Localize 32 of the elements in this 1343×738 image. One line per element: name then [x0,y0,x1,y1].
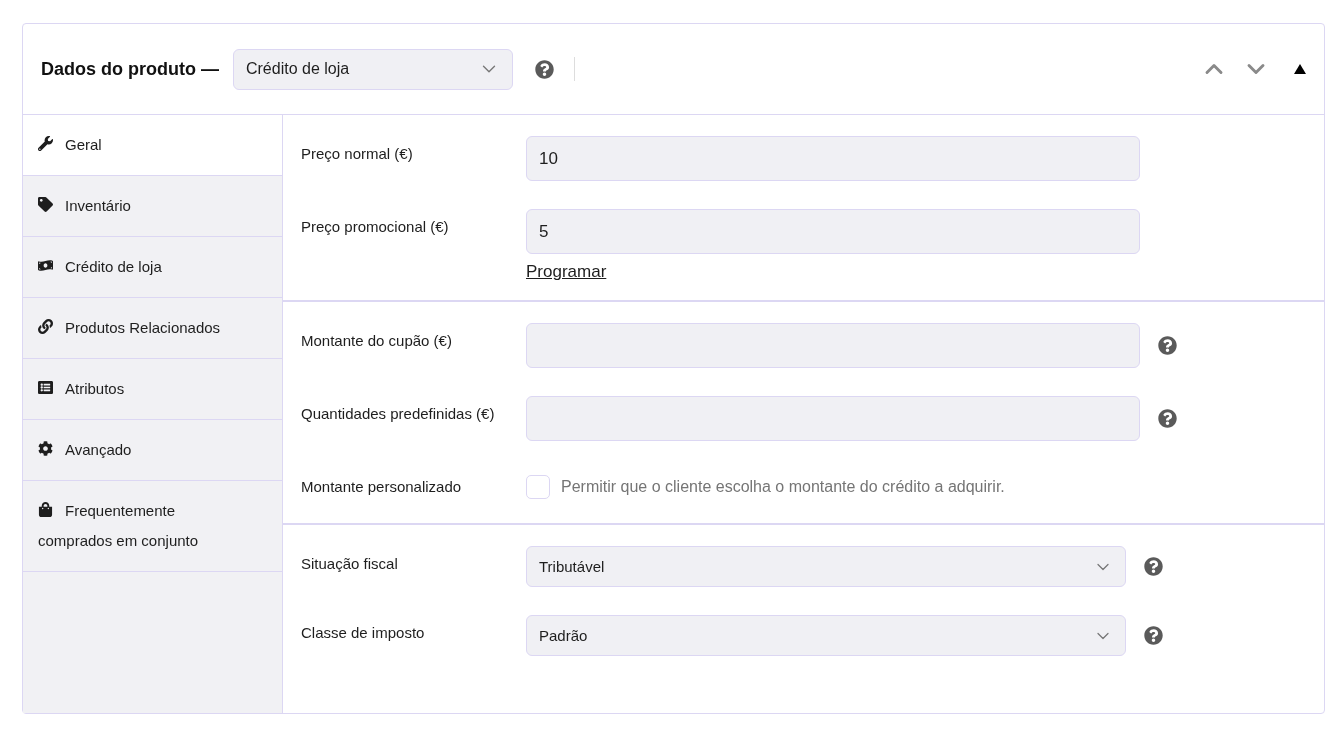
list-icon [38,380,53,395]
sidebar-tab[interactable]: Geral [23,115,282,176]
collapse-triangle-icon[interactable] [1294,64,1306,74]
text-field[interactable]: 10 [526,136,1140,181]
bag-icon [38,502,53,517]
help-icon[interactable] [1144,626,1163,645]
product-type-select[interactable]: Crédito de loja [233,48,513,90]
field-label: Situação fiscal [301,554,399,574]
link-icon [38,319,53,334]
money-icon [38,258,53,273]
tag-icon [38,197,53,212]
field-label: Classe de imposto [301,623,426,643]
field-label: Quantidades predefinidas (€) [301,404,496,424]
gear-icon [38,441,53,456]
help-icon[interactable] [1144,557,1163,576]
field-label: Preço normal (€) [301,144,414,164]
schedule-link[interactable]: Programar [526,262,1140,282]
panel-title: Dados do produto — [41,58,219,80]
field-label: Montante personalizado [301,477,463,497]
help-icon[interactable] [1158,409,1177,428]
help-icon[interactable] [1158,336,1177,355]
field-label: Montante do cupão (€) [301,331,453,351]
text-field[interactable]: 5 [526,209,1140,254]
select-field[interactable]: Tributável [526,546,1126,587]
wrench-icon [38,136,53,151]
checkbox-description: Permitir que o cliente escolha o montante do crédito a adquirir. [561,477,1005,497]
help-icon[interactable] [535,59,554,79]
select-field[interactable]: Padrão [526,615,1126,656]
text-field[interactable] [526,396,1140,441]
text-field[interactable] [526,323,1140,368]
field-label: Preço promocional (€) [301,217,450,237]
checkbox[interactable] [526,475,550,499]
